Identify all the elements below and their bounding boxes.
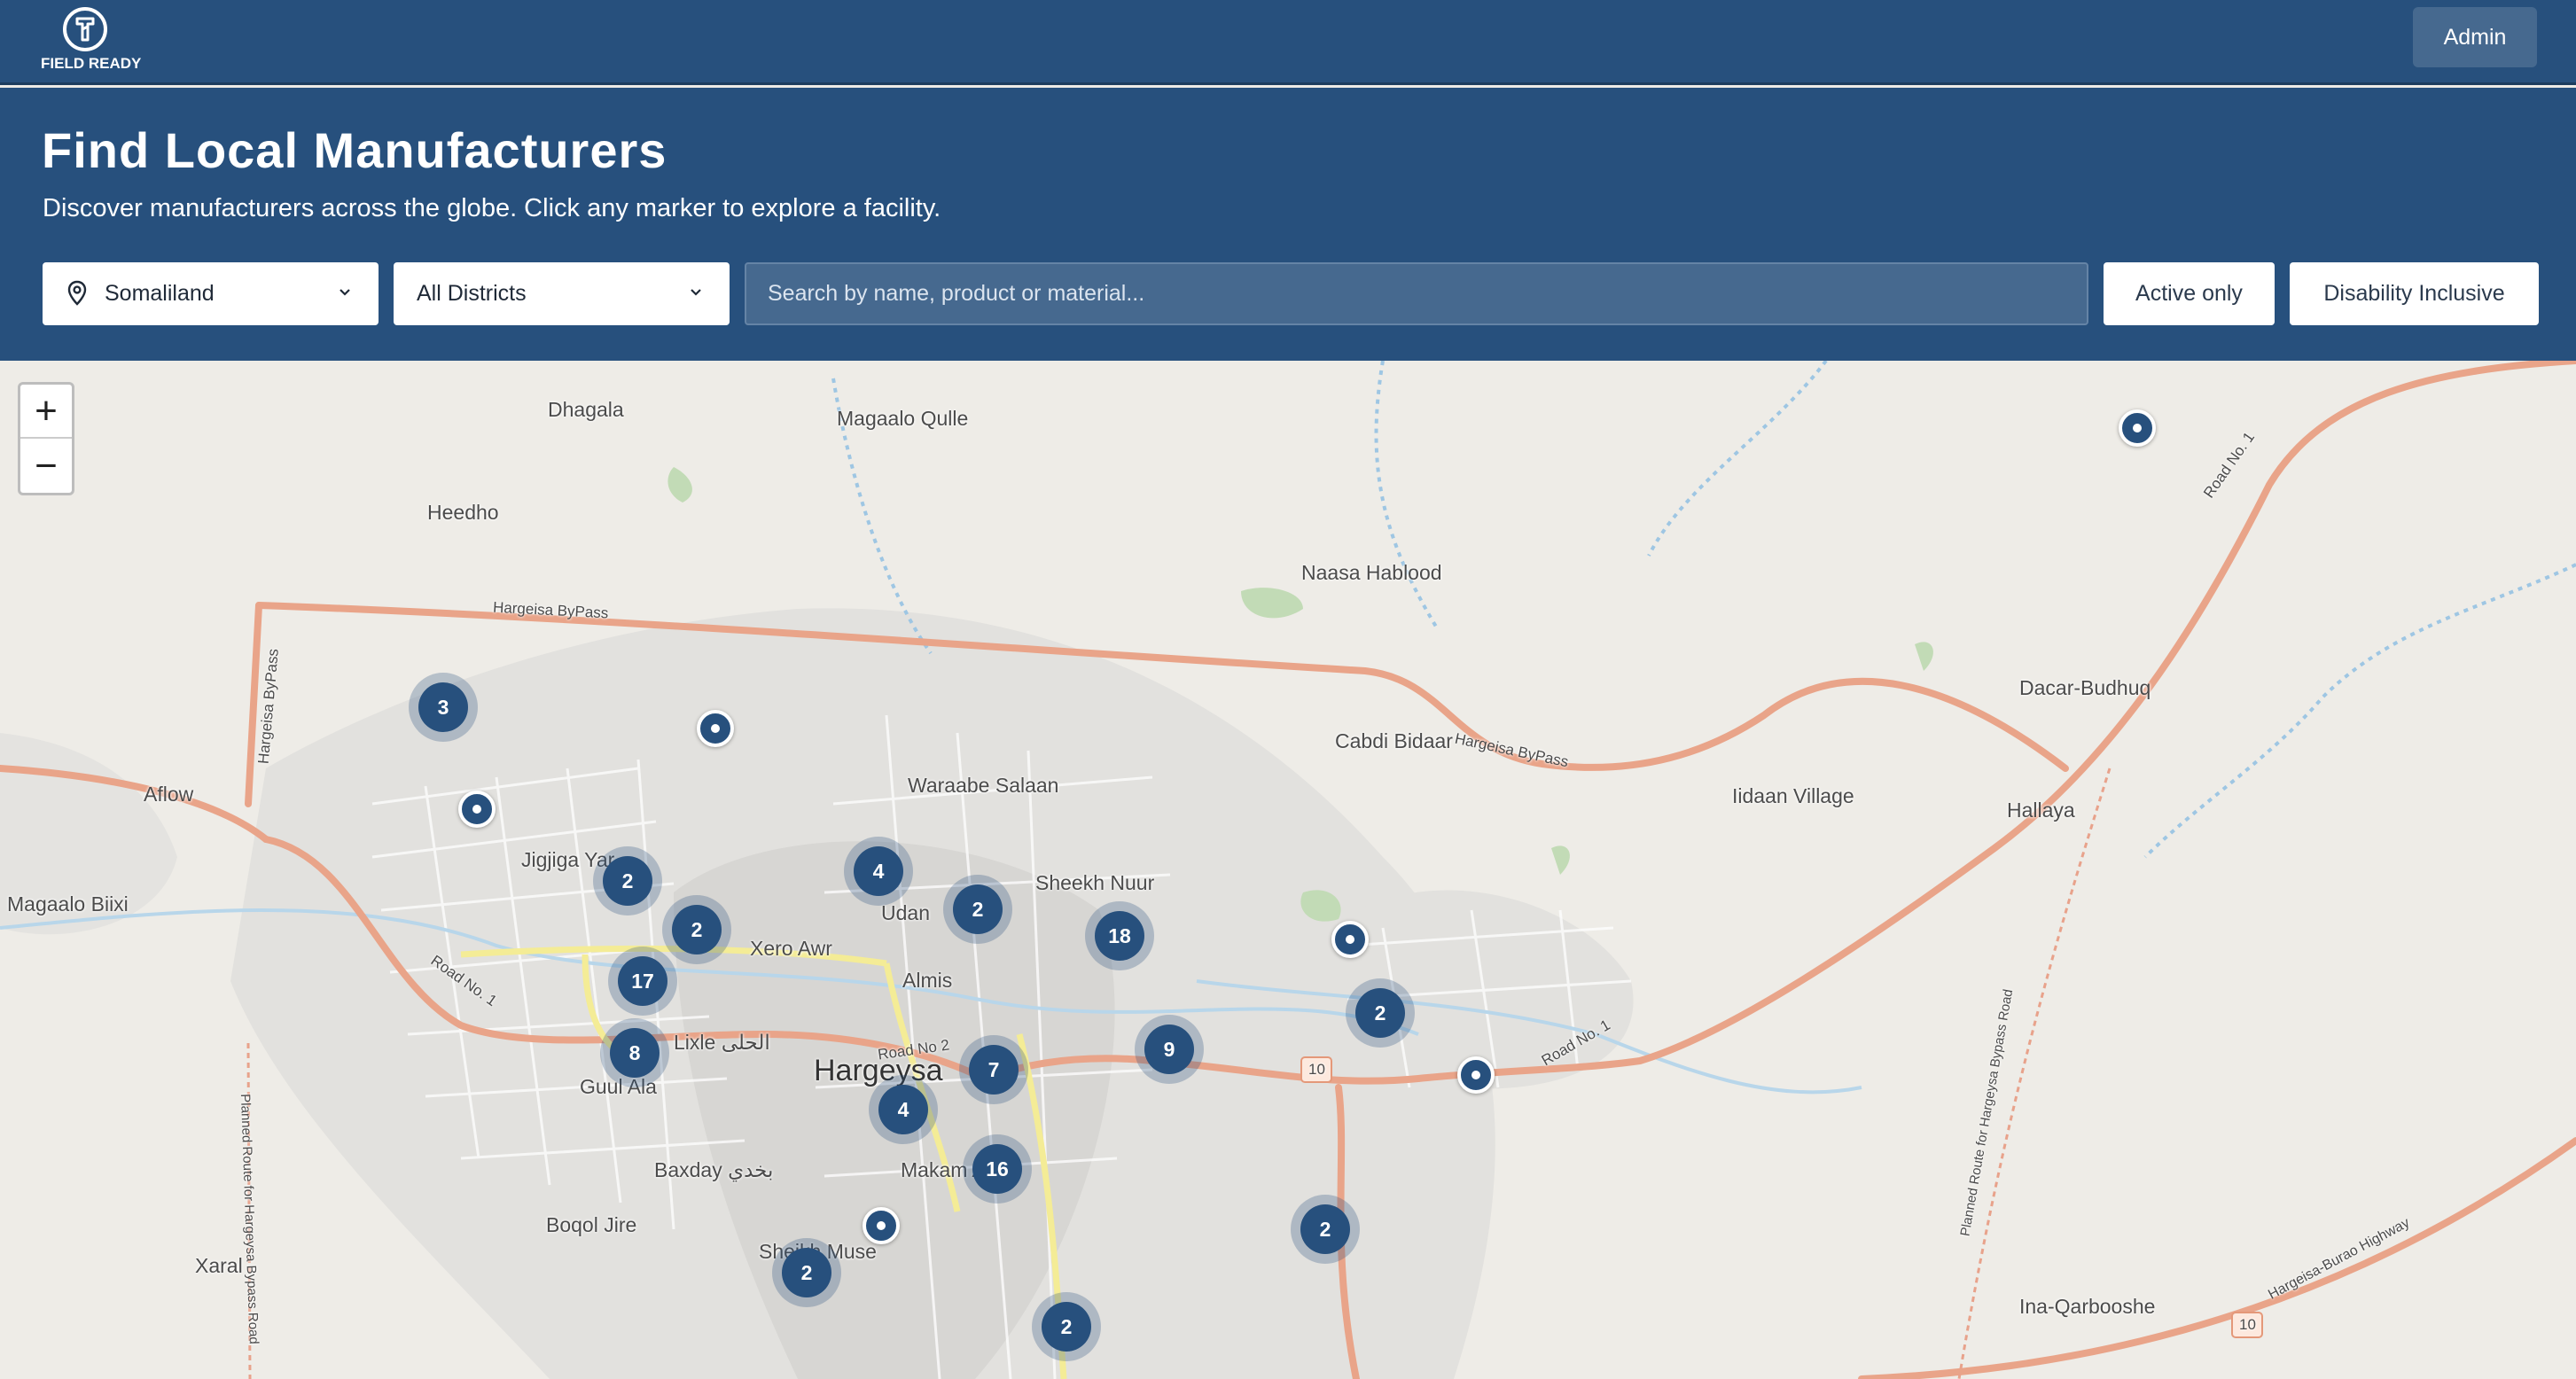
cluster-count: 2 — [603, 856, 652, 906]
cluster-count: 9 — [1144, 1025, 1194, 1074]
cluster-marker[interactable]: 8 — [600, 1018, 669, 1087]
page-header: Find Local Manufacturers Discover manufa… — [0, 88, 2576, 361]
field-ready-logo[interactable]: FIELD READY — [41, 7, 142, 72]
zoom-out-button[interactable]: − — [20, 439, 72, 493]
cluster-marker[interactable]: 2 — [772, 1238, 841, 1307]
cluster-marker[interactable]: 17 — [608, 947, 677, 1016]
cluster-marker[interactable]: 2 — [593, 846, 662, 915]
cluster-marker[interactable]: 2 — [1032, 1292, 1101, 1361]
place-label: Dacar-Budhuq — [2019, 676, 2151, 699]
place-label: Magaalo Biixi — [7, 892, 129, 915]
zoom-control: + − — [18, 382, 74, 495]
cluster-count: 2 — [1355, 988, 1405, 1038]
cluster-marker[interactable]: 18 — [1085, 901, 1154, 970]
map-tiles — [0, 361, 2576, 1379]
place-label: Ina-Qarbooshe — [2019, 1295, 2156, 1318]
place-label: Lixle الحلى — [674, 1031, 770, 1054]
place-label: Iidaan Village — [1732, 784, 1854, 807]
cluster-count: 8 — [610, 1028, 660, 1078]
cluster-count: 16 — [972, 1144, 1022, 1194]
place-label: Magaalo Qulle — [837, 407, 969, 430]
facility-marker[interactable] — [697, 710, 734, 747]
page-subtitle: Discover manufacturers across the globe.… — [43, 194, 941, 222]
cluster-count: 17 — [618, 956, 667, 1006]
cluster-marker[interactable]: 2 — [943, 875, 1012, 944]
place-label: Waraabe Salaan — [908, 774, 1059, 797]
active-only-toggle[interactable]: Active only — [2104, 262, 2275, 325]
field-ready-badge-icon — [63, 7, 107, 51]
district-select[interactable]: All Districts — [394, 262, 730, 325]
cluster-marker[interactable]: 2 — [662, 895, 731, 964]
district-select-value: All Districts — [417, 281, 527, 306]
cluster-count: 2 — [672, 905, 722, 954]
facility-marker[interactable] — [458, 791, 496, 828]
place-label: Baxday بخدي — [654, 1158, 774, 1181]
cluster-count: 2 — [782, 1248, 831, 1297]
cluster-count: 4 — [878, 1085, 928, 1134]
place-label: Udan — [881, 901, 930, 924]
place-label: Heedho — [427, 501, 499, 524]
cluster-marker[interactable]: 4 — [869, 1075, 938, 1144]
chevron-down-icon — [340, 289, 350, 296]
top-bar: FIELD READY Admin — [0, 0, 2576, 85]
cluster-count: 3 — [418, 682, 468, 732]
cluster-marker[interactable]: 2 — [1346, 978, 1415, 1048]
facility-marker[interactable] — [2119, 409, 2156, 447]
place-label: Cabdi Bidaar — [1335, 729, 1453, 752]
place-label: Boqol Jire — [546, 1213, 637, 1236]
cluster-marker[interactable]: 4 — [844, 837, 913, 906]
facility-marker[interactable] — [1331, 921, 1369, 958]
place-label: Naasa Hablood — [1301, 561, 1442, 584]
cluster-marker[interactable]: 3 — [409, 673, 478, 742]
place-label: Sheekh Nuur — [1035, 871, 1155, 894]
place-label: Dhagala — [548, 398, 624, 421]
cluster-count: 2 — [953, 884, 1003, 934]
chevron-down-icon — [691, 289, 701, 296]
cluster-marker[interactable]: 7 — [959, 1035, 1028, 1104]
cluster-marker[interactable]: 9 — [1135, 1015, 1204, 1084]
zoom-in-button[interactable]: + — [20, 385, 72, 439]
facility-marker[interactable] — [863, 1207, 900, 1244]
place-label: Almis — [902, 969, 953, 992]
disability-inclusive-toggle[interactable]: Disability Inclusive — [2290, 262, 2539, 325]
place-label: Hallaya — [2007, 799, 2075, 822]
map[interactable]: Hargeisa ByPass Hargeisa ByPass Hargeisa… — [0, 361, 2576, 1379]
road-shield: 10 — [1308, 1061, 1325, 1078]
page-title: Find Local Manufacturers — [42, 122, 667, 178]
road-shield: 10 — [2239, 1316, 2256, 1333]
cluster-marker[interactable]: 16 — [963, 1134, 1032, 1204]
location-pin-icon — [67, 280, 87, 306]
search-input[interactable] — [745, 262, 2088, 325]
cluster-count: 2 — [1042, 1302, 1091, 1352]
cluster-count: 2 — [1300, 1204, 1350, 1254]
admin-button[interactable]: Admin — [2413, 7, 2537, 67]
country-select[interactable]: Somaliland — [43, 262, 379, 325]
facility-marker[interactable] — [1457, 1056, 1495, 1094]
country-select-value: Somaliland — [105, 281, 215, 306]
place-label: Xaral — [195, 1254, 243, 1277]
place-label: Aflow — [144, 783, 194, 806]
place-label: Xero Awr — [750, 937, 832, 960]
logo-text: FIELD READY — [41, 55, 142, 72]
cluster-marker[interactable]: 2 — [1291, 1195, 1360, 1264]
cluster-count: 18 — [1095, 911, 1144, 961]
cluster-count: 7 — [969, 1045, 1019, 1095]
cluster-count: 4 — [854, 846, 903, 896]
